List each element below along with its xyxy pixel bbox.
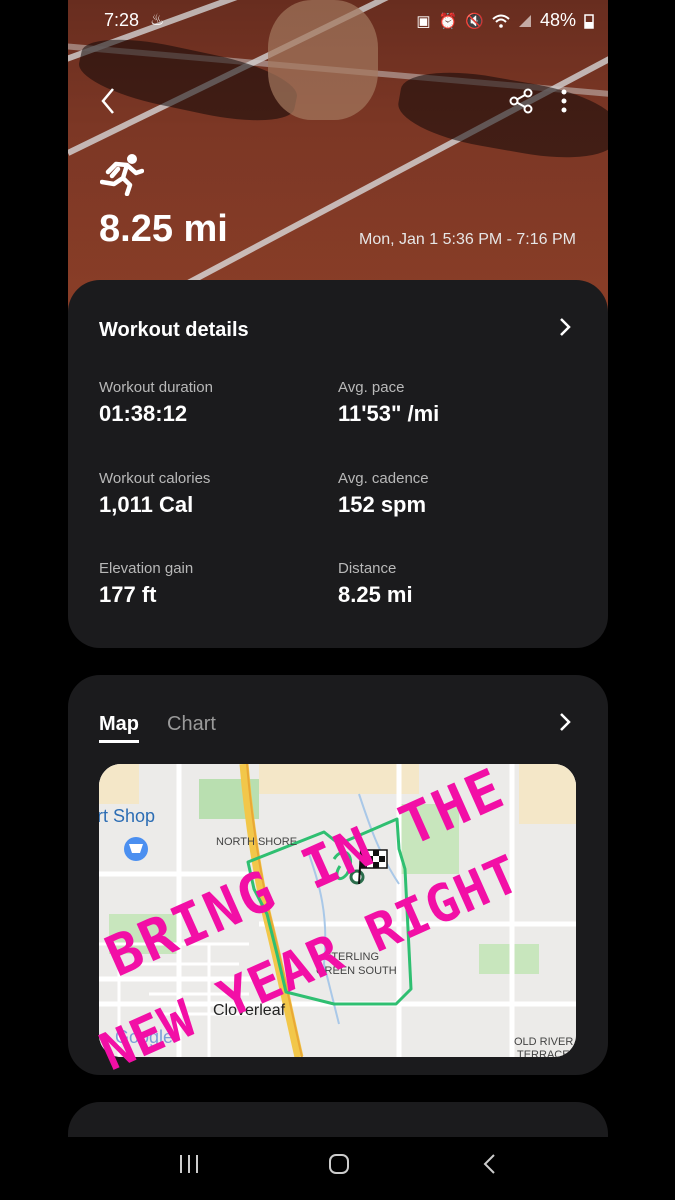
map-card: Map Chart rt Shop NORTH SHORE STERLING G… [68,675,608,1083]
workout-time-range: Mon, Jan 1 5:36 PM - 7:16 PM [359,231,576,248]
map-label: OLD RIVER [514,1036,574,1048]
recent-apps-button[interactable] [178,1153,200,1180]
share-icon [509,88,533,114]
stat-label: Elevation gain [99,560,194,577]
home-icon [329,1154,349,1174]
stat-duration: Workout duration 01:38:12 [99,379,213,427]
tab-bar: Map Chart [99,713,216,743]
status-time: 7:28 [104,10,140,30]
health-icon: ♨ [150,12,165,29]
status-icons: ▣ ⏰ 🔇 48% [416,10,594,31]
home-button[interactable] [328,1153,350,1180]
map-label: GREEN SOUTH [316,965,397,977]
battery-level: 48% [539,10,576,30]
screen: 7:28 ♨ ▣ ⏰ 🔇 48% 8.25 mi Mon, Jan 1 5:36… [68,0,608,1200]
more-vertical-icon [561,89,567,113]
stat-value: 11'53" /mi [338,401,440,426]
map-label: TERRACE [517,1049,570,1057]
map-label: STERLING [324,951,380,963]
workout-details-card[interactable]: Workout details Workout duration 01:38:1… [68,280,608,648]
stat-value: 152 spm [338,492,427,517]
stat-value: 01:38:12 [99,401,188,426]
map-label: NORTH SHORE [216,836,298,848]
total-distance: 8.25 mi [99,208,228,250]
stat-label: Avg. pace [338,379,405,396]
more-options-button[interactable] [554,88,574,114]
stat-value: 177 ft [99,582,157,607]
stat-label: Distance [338,560,397,577]
map-label: Cloverleaf [213,1002,286,1019]
status-bar: 7:28 ♨ ▣ ⏰ 🔇 48% [68,8,608,32]
route-map[interactable]: rt Shop NORTH SHORE STERLING GREEN SOUTH… [99,764,576,1057]
back-icon [483,1154,495,1174]
back-nav-button[interactable] [482,1153,498,1180]
google-logo: Google [115,1027,174,1047]
battery-icon [584,13,594,29]
map-label: rt Shop [99,806,156,826]
stat-calories: Workout calories 1,011 Cal [99,470,210,518]
stat-label: Workout calories [99,470,211,487]
share-button[interactable] [508,88,534,114]
recent-apps-icon [180,1155,198,1173]
stat-cadence: Avg. cadence 152 spm [338,470,429,518]
hero-dim [68,0,608,320]
chevron-right-icon[interactable] [558,711,572,740]
mute-icon: 🔇 [465,12,484,30]
map-canvas [99,764,576,1057]
stat-value: 1,011 Cal [99,492,194,517]
back-button[interactable] [98,86,118,124]
navigation-bar [68,1137,608,1200]
tab-chart[interactable]: Chart [167,713,216,743]
wifi-icon [492,14,510,28]
stat-label: Avg. cadence [338,470,429,487]
stat-distance: Distance 8.25 mi [338,560,413,608]
card-title: Workout details [99,319,249,341]
stat-label: Workout duration [99,379,213,396]
running-icon [99,152,145,197]
stat-value: 8.25 mi [338,582,413,607]
chevron-left-icon [101,88,114,114]
chevron-right-icon[interactable] [558,316,572,345]
alarm-icon: ⏰ [438,12,458,30]
tab-map[interactable]: Map [99,713,139,743]
stat-elevation: Elevation gain 177 ft [99,560,193,608]
stat-pace: Avg. pace 11'53" /mi [338,379,439,427]
battery-saver-icon: ▣ [416,12,431,30]
signal-icon [518,14,531,27]
hero-header: 7:28 ♨ ▣ ⏰ 🔇 48% 8.25 mi Mon, Jan 1 5:36… [68,0,608,320]
